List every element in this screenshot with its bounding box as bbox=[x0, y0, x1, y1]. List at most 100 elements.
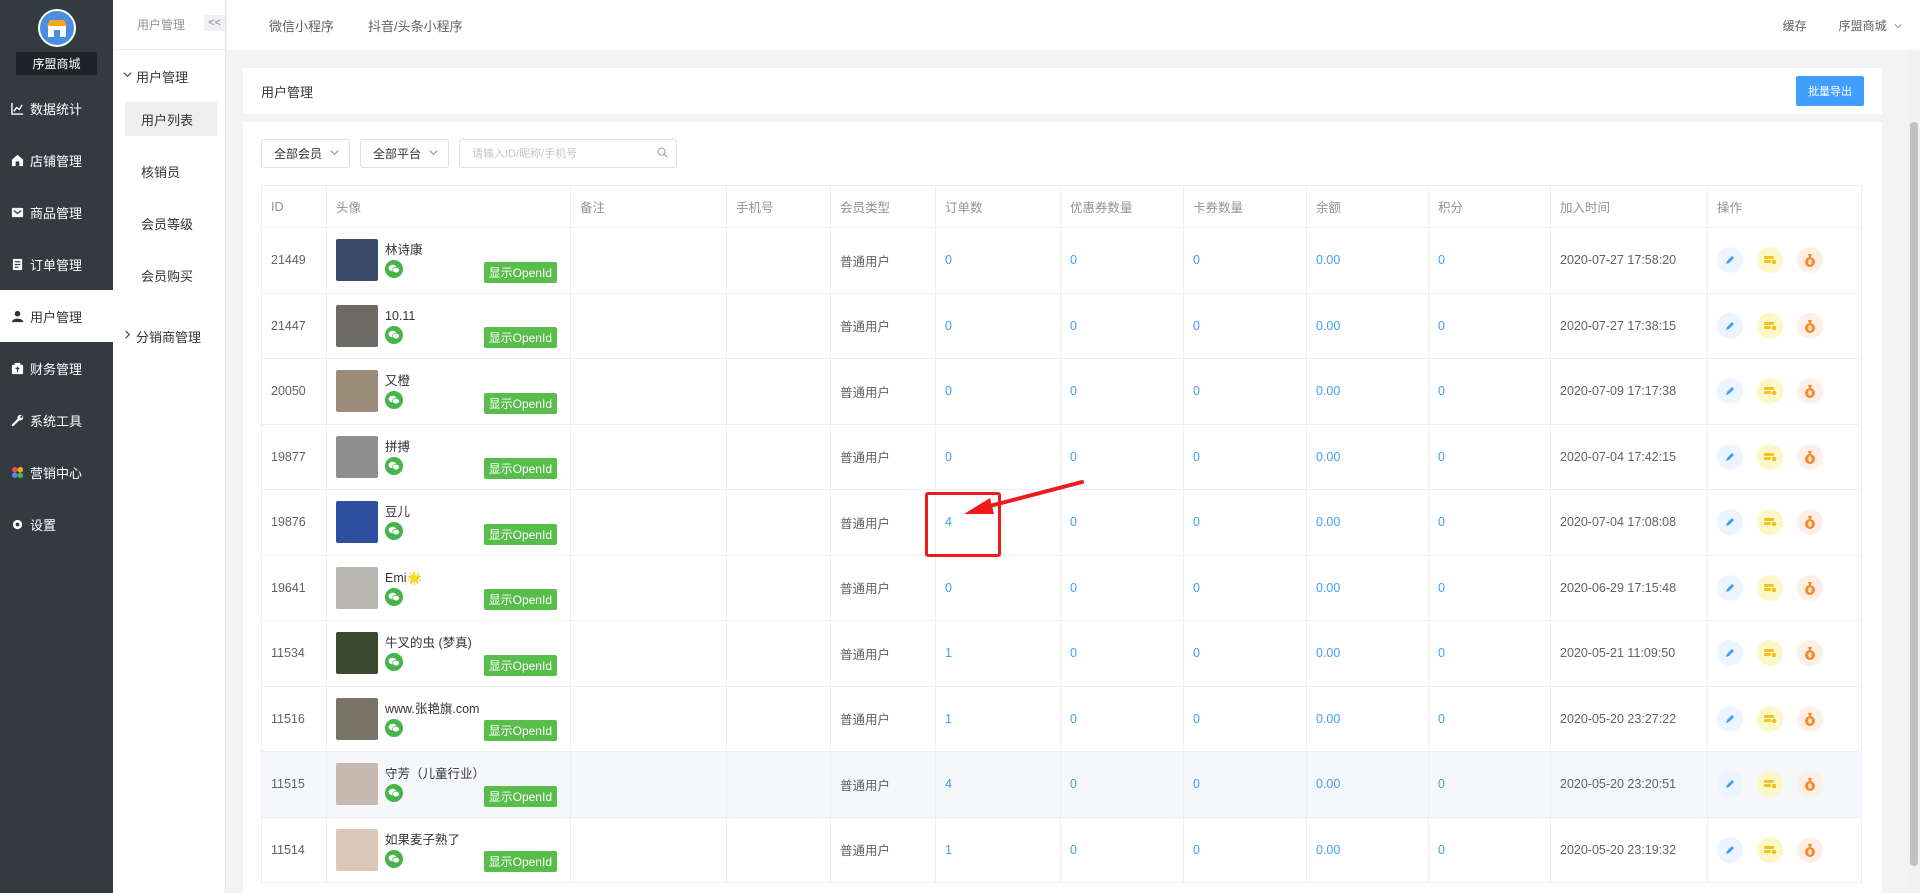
show-openid-button[interactable]: 显示OpenId bbox=[483, 785, 557, 807]
subgroup-distributor[interactable]: 分销商管理 bbox=[113, 310, 225, 362]
user-menu[interactable]: 序盟商城 bbox=[1839, 17, 1902, 34]
balance-link[interactable]: 0.00 bbox=[1316, 712, 1340, 726]
edit-icon[interactable] bbox=[1717, 378, 1743, 405]
balance-link[interactable]: 0.00 bbox=[1316, 777, 1340, 791]
cards-link[interactable]: 0 bbox=[1193, 384, 1200, 398]
recharge-icon[interactable] bbox=[1757, 378, 1783, 405]
cards-link[interactable]: 0 bbox=[1193, 843, 1200, 857]
edit-icon[interactable] bbox=[1717, 509, 1743, 536]
cards-link[interactable]: 0 bbox=[1193, 515, 1200, 529]
recharge-icon[interactable] bbox=[1757, 312, 1783, 339]
money-bag-icon[interactable] bbox=[1797, 378, 1823, 405]
recharge-icon[interactable] bbox=[1757, 705, 1783, 732]
show-openid-button[interactable]: 显示OpenId bbox=[483, 851, 557, 872]
points-link[interactable]: 0 bbox=[1438, 253, 1445, 267]
orders-link[interactable]: 4 bbox=[945, 777, 952, 791]
balance-link[interactable]: 0.00 bbox=[1316, 450, 1340, 464]
search-input[interactable] bbox=[472, 147, 658, 160]
balance-link[interactable]: 0.00 bbox=[1316, 384, 1340, 398]
recharge-icon[interactable] bbox=[1757, 836, 1783, 863]
cards-link[interactable]: 0 bbox=[1193, 581, 1200, 595]
sidebar-item-chart[interactable]: 数据统计 bbox=[0, 82, 113, 134]
money-bag-icon[interactable] bbox=[1797, 443, 1823, 470]
points-link[interactable]: 0 bbox=[1438, 581, 1445, 595]
balance-link[interactable]: 0.00 bbox=[1316, 581, 1340, 595]
subitem-user-list[interactable]: 用户列表 bbox=[125, 102, 217, 136]
sidebar-item-order[interactable]: 订单管理 bbox=[0, 238, 113, 290]
coupons-link[interactable]: 0 bbox=[1070, 450, 1077, 464]
sidebar-item-store[interactable]: 店铺管理 bbox=[0, 134, 113, 186]
balance-link[interactable]: 0.00 bbox=[1316, 515, 1340, 529]
subitem-member-level[interactable]: 会员等级 bbox=[125, 206, 217, 240]
coupons-link[interactable]: 0 bbox=[1070, 581, 1077, 595]
edit-icon[interactable] bbox=[1717, 771, 1743, 798]
points-link[interactable]: 0 bbox=[1438, 646, 1445, 660]
points-link[interactable]: 0 bbox=[1438, 843, 1445, 857]
recharge-icon[interactable] bbox=[1757, 509, 1783, 536]
cards-link[interactable]: 0 bbox=[1193, 646, 1200, 660]
balance-link[interactable]: 0.00 bbox=[1316, 843, 1340, 857]
tab-douyin-miniprogram[interactable]: 抖音/头条小程序 bbox=[368, 16, 463, 35]
show-openid-button[interactable]: 显示OpenId bbox=[483, 458, 557, 479]
collapse-button[interactable]: << bbox=[204, 15, 225, 31]
search-icon[interactable] bbox=[657, 146, 668, 161]
subitem-verifier[interactable]: 核销员 bbox=[125, 154, 217, 188]
orders-link[interactable]: 0 bbox=[945, 450, 952, 464]
tab-wechat-miniprogram[interactable]: 微信小程序 bbox=[269, 16, 334, 35]
edit-icon[interactable] bbox=[1717, 705, 1743, 732]
edit-icon[interactable] bbox=[1717, 443, 1743, 470]
orders-link[interactable]: 1 bbox=[945, 646, 952, 660]
cache-button[interactable]: 缓存 bbox=[1783, 17, 1807, 34]
money-bag-icon[interactable] bbox=[1797, 705, 1823, 732]
coupons-link[interactable]: 0 bbox=[1070, 712, 1077, 726]
points-link[interactable]: 0 bbox=[1438, 777, 1445, 791]
recharge-icon[interactable] bbox=[1757, 443, 1783, 470]
cards-link[interactable]: 0 bbox=[1193, 712, 1200, 726]
orders-link[interactable]: 1 bbox=[945, 712, 952, 726]
balance-link[interactable]: 0.00 bbox=[1316, 646, 1340, 660]
sidebar-item-wrench[interactable]: 系统工具 bbox=[0, 394, 113, 446]
cards-link[interactable]: 0 bbox=[1193, 253, 1200, 267]
balance-link[interactable]: 0.00 bbox=[1316, 319, 1340, 333]
sidebar-item-marketing[interactable]: 营销中心 bbox=[0, 446, 113, 498]
recharge-icon[interactable] bbox=[1757, 247, 1783, 274]
money-bag-icon[interactable] bbox=[1797, 574, 1823, 601]
points-link[interactable]: 0 bbox=[1438, 450, 1445, 464]
cards-link[interactable]: 0 bbox=[1193, 777, 1200, 791]
show-openid-button[interactable]: 显示OpenId bbox=[483, 654, 557, 676]
show-openid-button[interactable]: 显示OpenId bbox=[483, 589, 557, 610]
orders-link[interactable]: 0 bbox=[945, 253, 952, 267]
member-select[interactable]: 全部会员 bbox=[261, 139, 351, 168]
edit-icon[interactable] bbox=[1717, 247, 1743, 274]
points-link[interactable]: 0 bbox=[1438, 712, 1445, 726]
cards-link[interactable]: 0 bbox=[1193, 450, 1200, 464]
points-link[interactable]: 0 bbox=[1438, 319, 1445, 333]
show-openid-button[interactable]: 显示OpenId bbox=[483, 261, 557, 283]
edit-icon[interactable] bbox=[1717, 640, 1743, 667]
sidebar-item-goods[interactable]: 商品管理 bbox=[0, 186, 113, 238]
orders-link[interactable]: 1 bbox=[945, 843, 952, 857]
edit-icon[interactable] bbox=[1717, 836, 1743, 863]
money-bag-icon[interactable] bbox=[1797, 836, 1823, 863]
recharge-icon[interactable] bbox=[1757, 771, 1783, 798]
points-link[interactable]: 0 bbox=[1438, 384, 1445, 398]
orders-link[interactable]: 0 bbox=[945, 384, 952, 398]
coupons-link[interactable]: 0 bbox=[1070, 843, 1077, 857]
orders-link[interactable]: 0 bbox=[945, 581, 952, 595]
points-link[interactable]: 0 bbox=[1438, 515, 1445, 529]
show-openid-button[interactable]: 显示OpenId bbox=[483, 327, 557, 348]
sidebar-item-finance[interactable]: 财务管理 bbox=[0, 342, 113, 394]
recharge-icon[interactable] bbox=[1757, 640, 1783, 667]
batch-export-button[interactable]: 批量导出 bbox=[1796, 76, 1864, 106]
money-bag-icon[interactable] bbox=[1797, 509, 1823, 536]
coupons-link[interactable]: 0 bbox=[1070, 384, 1077, 398]
coupons-link[interactable]: 0 bbox=[1070, 319, 1077, 333]
recharge-icon[interactable] bbox=[1757, 574, 1783, 601]
sidebar-item-user[interactable]: 用户管理 bbox=[0, 290, 113, 342]
show-openid-button[interactable]: 显示OpenId bbox=[483, 523, 557, 545]
platform-select[interactable]: 全部平台 bbox=[360, 139, 450, 168]
money-bag-icon[interactable] bbox=[1797, 312, 1823, 339]
subgroup-user-management[interactable]: 用户管理 bbox=[113, 50, 225, 102]
balance-link[interactable]: 0.00 bbox=[1316, 253, 1340, 267]
sidebar-item-gear[interactable]: 设置 bbox=[0, 498, 113, 550]
